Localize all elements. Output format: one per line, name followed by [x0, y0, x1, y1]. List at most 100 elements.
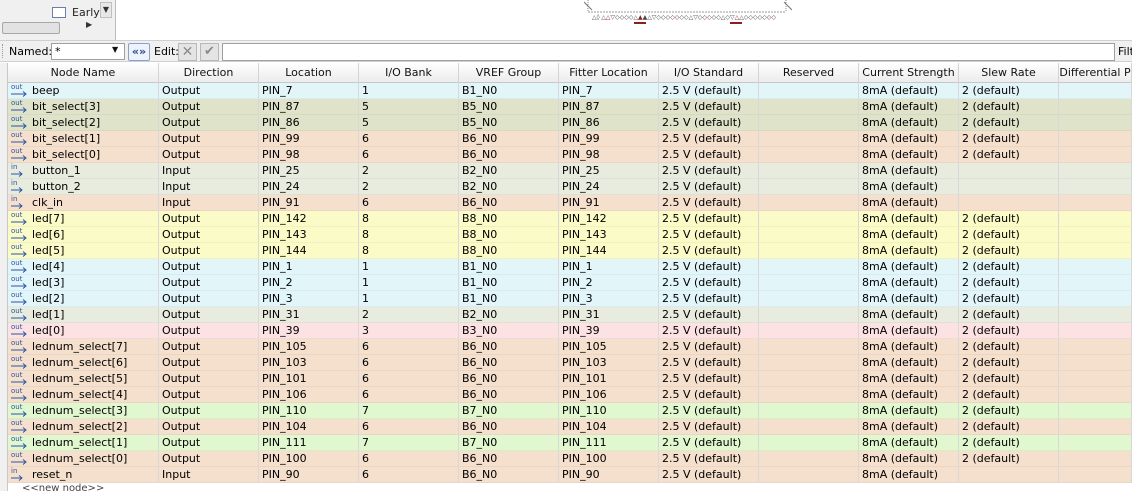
io-bank-cell[interactable]: 6	[359, 195, 459, 211]
vref-group-cell[interactable]: B6_N0	[459, 195, 559, 211]
location-cell[interactable]: PIN_3	[259, 291, 359, 307]
direction-cell[interactable]: Output	[159, 435, 259, 451]
reserved-cell[interactable]	[759, 339, 859, 355]
io-bank-cell[interactable]: 6	[359, 371, 459, 387]
location-cell[interactable]: PIN_103	[259, 355, 359, 371]
direction-cell[interactable]: Output	[159, 307, 259, 323]
fitter-location-cell[interactable]: PIN_86	[559, 115, 659, 131]
location-cell[interactable]: PIN_105	[259, 339, 359, 355]
io-bank-cell[interactable]: 2	[359, 307, 459, 323]
direction-cell[interactable]: Output	[159, 227, 259, 243]
column-header[interactable]: Location	[259, 63, 359, 83]
slew-rate-cell[interactable]	[959, 195, 1059, 211]
reserved-cell[interactable]	[759, 419, 859, 435]
table-row[interactable]: out lednum_select[7] Output PIN_105 6 B6_N0 PI…	[8, 339, 1132, 355]
location-cell[interactable]: PIN_90	[259, 467, 359, 483]
differential-pair-cell[interactable]	[1059, 355, 1132, 371]
slew-rate-cell[interactable]: 2 (default)	[959, 323, 1059, 339]
direction-cell[interactable]: Output	[159, 147, 259, 163]
table-row[interactable]: out bit_select[3] Output PIN_87 5 B5_N0 PIN_87…	[8, 99, 1132, 115]
direction-cell[interactable]: Output	[159, 339, 259, 355]
differential-pair-cell[interactable]	[1059, 259, 1132, 275]
io-standard-cell[interactable]: 2.5 V (default)	[659, 403, 759, 419]
reserved-cell[interactable]	[759, 131, 859, 147]
table-row[interactable]: out led[7] Output PIN_142 8 B8_N0 PIN_142 2.5 V…	[8, 211, 1132, 227]
reserved-cell[interactable]	[759, 195, 859, 211]
differential-pair-cell[interactable]	[1059, 147, 1132, 163]
differential-pair-cell[interactable]	[1059, 115, 1132, 131]
current-strength-cell[interactable]: 8mA (default)	[859, 419, 959, 435]
table-row[interactable]: out lednum_select[2] Output PIN_104 6 B6_N0 PI…	[8, 419, 1132, 435]
named-dropdown-icon[interactable]: ▼	[112, 45, 118, 54]
reserved-cell[interactable]	[759, 211, 859, 227]
current-strength-cell[interactable]: 8mA (default)	[859, 371, 959, 387]
location-cell[interactable]: PIN_143	[259, 227, 359, 243]
slew-rate-cell[interactable]	[959, 467, 1059, 483]
io-standard-cell[interactable]: 2.5 V (default)	[659, 435, 759, 451]
fitter-location-cell[interactable]: PIN_87	[559, 99, 659, 115]
io-bank-cell[interactable]: 6	[359, 387, 459, 403]
node-name-cell[interactable]: out led[7]	[8, 211, 159, 227]
direction-cell[interactable]: Output	[159, 259, 259, 275]
differential-pair-cell[interactable]	[1059, 467, 1132, 483]
reserved-cell[interactable]	[759, 467, 859, 483]
fitter-location-cell[interactable]: PIN_101	[559, 371, 659, 387]
column-header[interactable]: Node Name	[8, 63, 159, 83]
column-header[interactable]: Direction	[159, 63, 259, 83]
io-standard-cell[interactable]: 2.5 V (default)	[659, 147, 759, 163]
io-bank-cell[interactable]: 1	[359, 259, 459, 275]
reserved-cell[interactable]	[759, 163, 859, 179]
direction-cell[interactable]: Output	[159, 275, 259, 291]
column-header[interactable]: Current Strength	[859, 63, 959, 83]
node-name-cell[interactable]: out led[2]	[8, 291, 159, 307]
reserved-cell[interactable]	[759, 387, 859, 403]
differential-pair-cell[interactable]	[1059, 387, 1132, 403]
differential-pair-cell[interactable]	[1059, 163, 1132, 179]
vref-group-cell[interactable]: B8_N0	[459, 243, 559, 259]
early-checkbox[interactable]	[52, 7, 66, 18]
horizontal-scrollbar[interactable]	[2, 22, 60, 34]
io-bank-cell[interactable]: 1	[359, 275, 459, 291]
current-strength-cell[interactable]: 8mA (default)	[859, 195, 959, 211]
io-bank-cell[interactable]: 3	[359, 323, 459, 339]
table-row[interactable]: in clk_in Input PIN_91 6 B6_N0 PIN_91 2.5 V (de…	[8, 195, 1132, 211]
slew-rate-cell[interactable]: 2 (default)	[959, 387, 1059, 403]
differential-pair-cell[interactable]	[1059, 291, 1132, 307]
current-strength-cell[interactable]: 8mA (default)	[859, 115, 959, 131]
fitter-location-cell[interactable]: PIN_106	[559, 387, 659, 403]
fitter-location-cell[interactable]: PIN_143	[559, 227, 659, 243]
direction-cell[interactable]: Output	[159, 387, 259, 403]
differential-pair-cell[interactable]	[1059, 227, 1132, 243]
location-cell[interactable]: PIN_110	[259, 403, 359, 419]
location-cell[interactable]: PIN_25	[259, 163, 359, 179]
table-row[interactable]: in reset_n Input PIN_90 6 B6_N0 PIN_90 2.5 V (d…	[8, 467, 1132, 483]
node-name-cell[interactable]: out beep	[8, 83, 159, 99]
node-name-cell[interactable]: out lednum_select[7]	[8, 339, 159, 355]
slew-rate-cell[interactable]	[959, 179, 1059, 195]
io-standard-cell[interactable]: 2.5 V (default)	[659, 387, 759, 403]
vref-group-cell[interactable]: B3_N0	[459, 323, 559, 339]
io-standard-cell[interactable]: 2.5 V (default)	[659, 275, 759, 291]
differential-pair-cell[interactable]	[1059, 451, 1132, 467]
io-bank-cell[interactable]: 1	[359, 83, 459, 99]
io-bank-cell[interactable]: 8	[359, 227, 459, 243]
reserved-cell[interactable]	[759, 291, 859, 307]
io-bank-cell[interactable]: 5	[359, 99, 459, 115]
direction-cell[interactable]: Input	[159, 195, 259, 211]
slew-rate-cell[interactable]: 2 (default)	[959, 403, 1059, 419]
fitter-location-cell[interactable]: PIN_142	[559, 211, 659, 227]
reserved-cell[interactable]	[759, 355, 859, 371]
vref-group-cell[interactable]: B5_N0	[459, 115, 559, 131]
current-strength-cell[interactable]: 8mA (default)	[859, 211, 959, 227]
current-strength-cell[interactable]: 8mA (default)	[859, 275, 959, 291]
slew-rate-cell[interactable]: 2 (default)	[959, 83, 1059, 99]
slew-rate-cell[interactable]: 2 (default)	[959, 307, 1059, 323]
location-cell[interactable]: PIN_142	[259, 211, 359, 227]
location-cell[interactable]: PIN_87	[259, 99, 359, 115]
direction-cell[interactable]: Input	[159, 163, 259, 179]
current-strength-cell[interactable]: 8mA (default)	[859, 227, 959, 243]
reserved-cell[interactable]	[759, 403, 859, 419]
node-name-cell[interactable]: out lednum_select[3]	[8, 403, 159, 419]
node-name-cell[interactable]: out led[5]	[8, 243, 159, 259]
slew-rate-cell[interactable]: 2 (default)	[959, 339, 1059, 355]
